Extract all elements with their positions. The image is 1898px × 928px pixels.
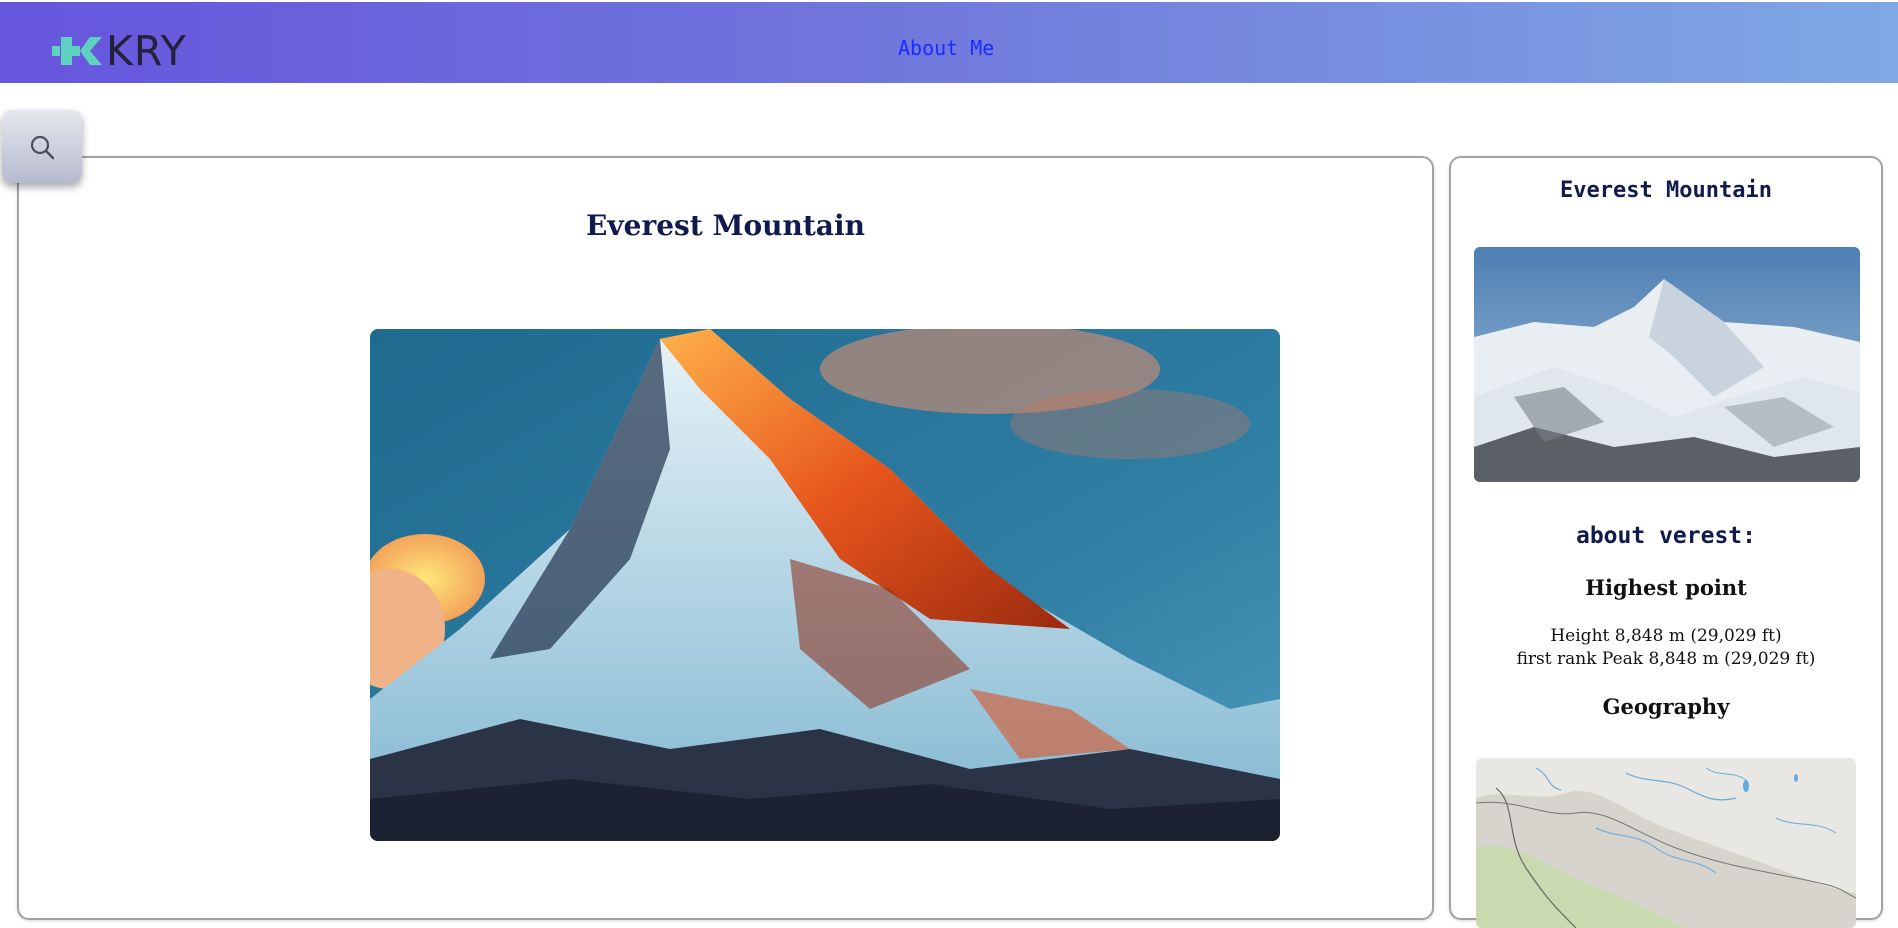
mountain-photo-snow bbox=[1474, 247, 1860, 482]
highest-point-heading: Highest point bbox=[1585, 575, 1747, 600]
height-text: Height 8,848 m (29,029 ft) bbox=[1550, 626, 1782, 646]
about-heading: about verest: bbox=[1575, 523, 1756, 549]
logo[interactable]: KRY bbox=[52, 27, 187, 75]
top-header: KRY About Me bbox=[0, 2, 1898, 83]
search-icon bbox=[28, 133, 56, 161]
nav-about-me-link[interactable]: About Me bbox=[898, 36, 994, 60]
sidebar-card: Everest Mountain about verest: Highest p… bbox=[1449, 156, 1883, 928]
main-content-card: Everest Mountain bbox=[17, 156, 1434, 920]
sidebar-title: Everest Mountain bbox=[1560, 178, 1772, 203]
logo-text: KRY bbox=[106, 27, 187, 75]
kry-logo-mark-icon bbox=[52, 33, 104, 69]
rank-text: first rank Peak 8,848 m (29,029 ft) bbox=[1516, 649, 1816, 669]
geography-heading: Geography bbox=[1602, 694, 1730, 719]
terrain-map bbox=[1476, 758, 1856, 928]
mountain-photo-sunset bbox=[370, 329, 1280, 841]
main-title: Everest Mountain bbox=[586, 209, 865, 242]
search-button[interactable] bbox=[2, 110, 82, 183]
